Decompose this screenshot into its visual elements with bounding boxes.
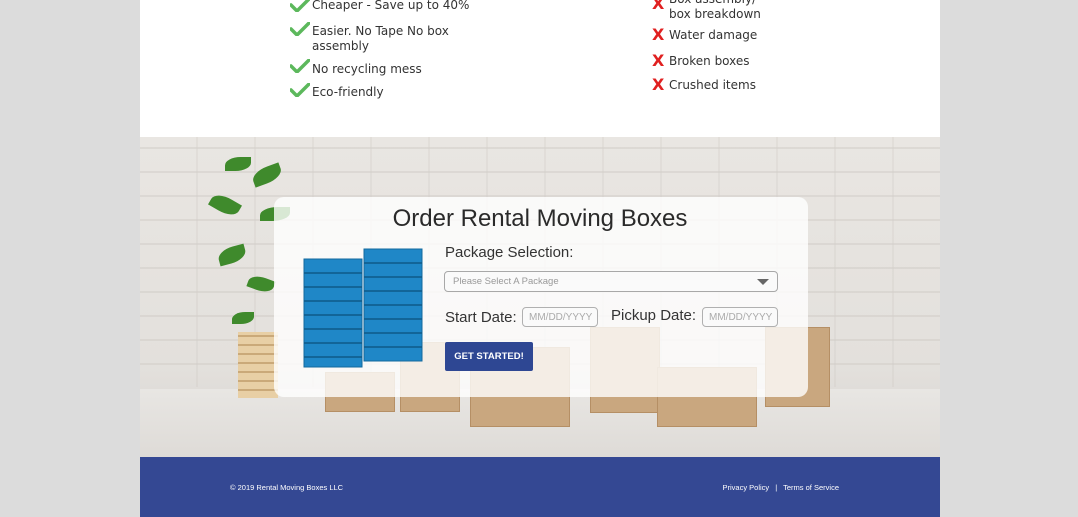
x-mark-icon: X: [652, 0, 665, 13]
get-started-button[interactable]: GET STARTED!: [445, 342, 533, 371]
pro-item-text: Eco-friendly: [312, 85, 384, 99]
package-select-placeholder: Please Select A Package: [453, 276, 559, 287]
checkmark-icon: [290, 83, 310, 97]
footer-links: Privacy Policy | Terms of Service: [723, 483, 840, 492]
start-date-label: Start Date:: [445, 309, 517, 326]
pro-item-text: Easier. No Tape No box assembly: [312, 24, 449, 53]
con-item-text: Broken boxes: [669, 54, 750, 68]
package-selection-label: Package Selection:: [445, 244, 574, 261]
copyright-text: © 2019 Rental Moving Boxes LLC: [230, 483, 344, 492]
order-form-title: Order Rental Moving Boxes: [392, 205, 688, 232]
x-mark-icon: X: [652, 25, 665, 44]
pickup-date-label: Pickup Date:: [611, 307, 697, 324]
footer-separator: |: [775, 483, 778, 492]
hero-section: Order Rental Moving Boxes Package Select…: [140, 137, 940, 457]
checkmark-icon: [290, 0, 310, 12]
x-mark-icon: X: [652, 51, 665, 70]
checkmark-icon: [290, 59, 310, 73]
con-item-text: Box assembly/ box breakdown: [669, 0, 761, 21]
package-select[interactable]: Please Select A Package: [444, 271, 778, 292]
pro-item-text: No recycling mess: [312, 62, 422, 76]
con-item-text: Water damage: [669, 28, 758, 42]
chevron-down-icon: [757, 279, 769, 285]
con-item-text: Crushed items: [669, 78, 756, 92]
cons-list: X Box assembly/ box breakdown X Water da…: [652, 0, 852, 137]
x-mark-icon: X: [652, 75, 665, 94]
plant-pot: [238, 332, 278, 398]
page: Cheaper - Save up to 40% Easier. No Tape…: [140, 0, 940, 517]
pickup-date-input[interactable]: MM/DD/YYYY: [702, 307, 778, 327]
privacy-policy-link[interactable]: Privacy Policy: [723, 483, 770, 492]
start-date-input[interactable]: MM/DD/YYYY: [522, 307, 598, 327]
checkmark-icon: [290, 22, 310, 36]
rental-crates-image: [303, 248, 423, 368]
pickup-date-placeholder: MM/DD/YYYY: [709, 312, 773, 323]
pros-list: Cheaper - Save up to 40% Easier. No Tape…: [290, 0, 490, 137]
comparison-section: Cheaper - Save up to 40% Easier. No Tape…: [140, 0, 940, 137]
footer: © 2019 Rental Moving Boxes LLC Privacy P…: [140, 457, 940, 517]
order-form-card: Order Rental Moving Boxes Package Select…: [274, 197, 808, 397]
start-date-placeholder: MM/DD/YYYY: [529, 312, 593, 323]
pro-item-text: Cheaper - Save up to 40%: [312, 0, 470, 12]
terms-of-service-link[interactable]: Terms of Service: [783, 483, 839, 492]
